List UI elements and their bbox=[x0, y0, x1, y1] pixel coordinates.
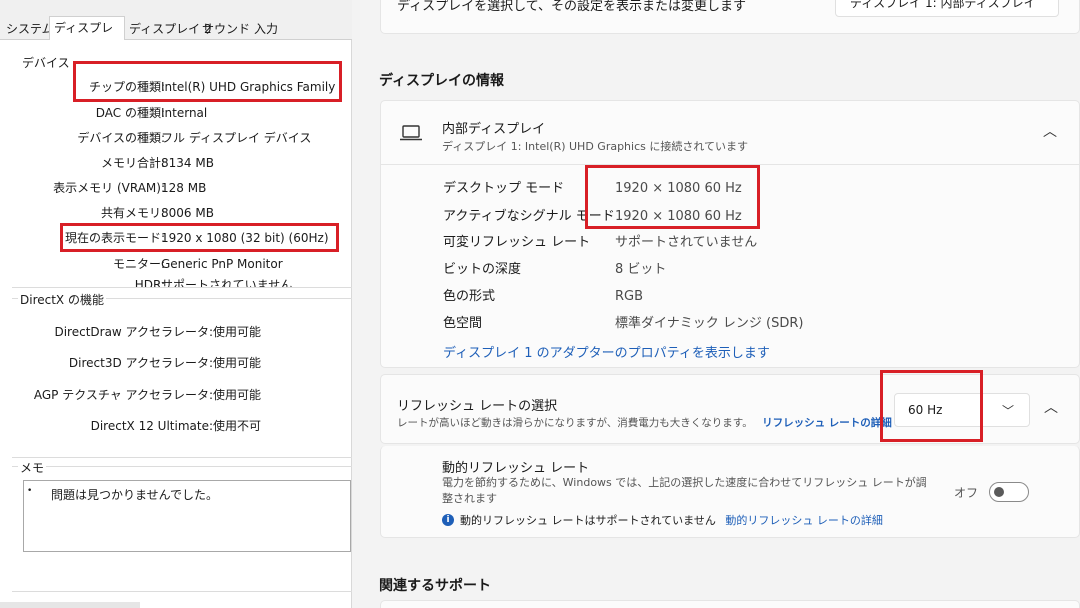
directx-row-label: DirectDraw アクセラレータ: bbox=[54, 325, 213, 339]
display-info-value: サポートされていません bbox=[615, 235, 758, 250]
display-info-value: 8 ビット bbox=[615, 262, 667, 277]
dxdiag-window: システム ディスプレイ 1 ディスプレイ 2 サウンド 入力 デバイス チップの… bbox=[0, 0, 352, 608]
laptop-icon bbox=[400, 125, 422, 145]
display-info-value: RGB bbox=[615, 289, 644, 304]
directx-group-title: DirectX の機能 bbox=[18, 291, 106, 308]
display-select-value: ディスプレイ 1: 内部ディスプレイ bbox=[850, 0, 1036, 10]
display-info-label: デスクトップ モード bbox=[443, 181, 565, 196]
device-row-value: Internal bbox=[161, 106, 208, 120]
display-settings-page: ディスプレイを選択して、その設定を表示または変更します ディスプレイ 1: 内部… bbox=[352, 0, 1080, 608]
directx-row-label: Direct3D アクセラレータ: bbox=[68, 356, 213, 370]
device-row-label: DAC の種類: bbox=[95, 106, 165, 120]
display-subtitle: ディスプレイ 1: Intel(R) UHD Graphics に接続されていま… bbox=[442, 140, 749, 153]
display-info-label: 色の形式 bbox=[443, 289, 496, 304]
device-row-value: 8006 MB bbox=[161, 206, 214, 220]
display-info-label: 可変リフレッシュ レート bbox=[443, 235, 591, 250]
select-display-card: ディスプレイを選択して、その設定を表示または変更します ディスプレイ 1: 内部… bbox=[380, 0, 1080, 34]
related-support-heading: 関連するサポート bbox=[379, 578, 491, 594]
tab-input[interactable]: 入力 bbox=[250, 18, 282, 40]
directx-row-value: 使用不可 bbox=[213, 419, 262, 433]
device-row: 共有メモリ: 8006 MB bbox=[12, 203, 352, 223]
adapter-properties-link[interactable]: ディスプレイ 1 のアダプターのプロパティを表示します bbox=[443, 342, 770, 361]
directx-row: Direct3D アクセラレータ: 使用可能 bbox=[12, 353, 352, 373]
dynamic-refresh-details-link[interactable]: 動的リフレッシュ レートの詳細 bbox=[725, 514, 883, 527]
device-row-value: Generic PnP Monitor bbox=[161, 257, 283, 271]
dynamic-refresh-description: 電力を節約するために、Windows では、上記の選択した速度に合わせてリフレッ… bbox=[442, 476, 927, 505]
display-info-row: 色空間 標準ダイナミック レンジ (SDR) bbox=[443, 310, 1063, 337]
device-row-label: モニター: bbox=[112, 257, 165, 271]
directx-row-value: 使用可能 bbox=[213, 388, 262, 402]
memo-bullet: • bbox=[27, 486, 33, 496]
select-display-text: ディスプレイを選択して、その設定を表示または変更します bbox=[397, 0, 747, 14]
device-group-title: デバイス bbox=[20, 54, 72, 71]
related-support-card bbox=[380, 600, 1080, 608]
memo-textbox[interactable]: • 問題は見つかりませんでした。 bbox=[23, 480, 351, 552]
refresh-rate-details-link[interactable]: リフレッシュ レートの詳細 bbox=[762, 417, 892, 429]
directx-row-value: 使用可能 bbox=[213, 325, 262, 339]
dynamic-refresh-title: 動的リフレッシュ レート bbox=[442, 461, 590, 476]
refresh-rate-description: レートが高いほど動きは滑らかになりますが、消費電力も大きくなります。 リフレッシ… bbox=[397, 415, 892, 430]
dynamic-refresh-info-text: 動的リフレッシュ レートはサポートされていません bbox=[460, 514, 716, 527]
memo-group-title: メモ bbox=[18, 459, 47, 476]
display-info-label: ビットの深度 bbox=[443, 262, 522, 277]
device-row-value: 128 MB bbox=[161, 181, 207, 195]
tab-sound[interactable]: サウンド bbox=[198, 18, 254, 40]
tab-display-1[interactable]: ディスプレイ 1 bbox=[49, 16, 125, 57]
directx-row-value: 使用可能 bbox=[213, 356, 262, 370]
display-info-card: 内部ディスプレイ ディスプレイ 1: Intel(R) UHD Graphics… bbox=[380, 100, 1080, 368]
dynamic-refresh-card: 動的リフレッシュ レート 電力を節約するために、Windows では、上記の選択… bbox=[380, 446, 1080, 538]
device-row: 表示メモリ (VRAM): 128 MB bbox=[12, 178, 352, 198]
horizontal-scrollbar[interactable] bbox=[0, 602, 140, 608]
info-icon: i bbox=[442, 514, 454, 526]
highlight-display-mode bbox=[60, 223, 339, 252]
display-info-label: 色空間 bbox=[443, 316, 483, 331]
chevron-down-icon: ﹀ bbox=[1002, 404, 1015, 418]
device-row: メモリ合計: 8134 MB bbox=[12, 153, 352, 173]
display-info-header[interactable]: 内部ディスプレイ ディスプレイ 1: Intel(R) UHD Graphics… bbox=[381, 101, 1080, 165]
device-row-value: 8134 MB bbox=[161, 156, 214, 170]
highlight-modes bbox=[585, 165, 760, 229]
display-info-heading: ディスプレイの情報 bbox=[379, 73, 505, 89]
display-info-row: ビットの深度 8 ビット bbox=[443, 256, 1063, 283]
device-row: デバイスの種類: フル ディスプレイ デバイス bbox=[12, 128, 352, 148]
dxdiag-tab-bar: システム ディスプレイ 1 ディスプレイ 2 サウンド 入力 bbox=[0, 16, 352, 57]
chevron-up-icon[interactable]: ︿ bbox=[1043, 121, 1057, 141]
highlight-refresh-rate bbox=[880, 370, 983, 442]
device-row-label: 共有メモリ: bbox=[100, 206, 165, 220]
display-info-row: 色の形式 RGB bbox=[443, 283, 1063, 310]
directx-row: DirectDraw アクセラレータ: 使用可能 bbox=[12, 322, 352, 342]
directx-row: DirectX 12 Ultimate: 使用不可 bbox=[12, 416, 352, 436]
directx-row-label: AGP テクスチャ アクセラレータ: bbox=[33, 388, 213, 402]
dynamic-refresh-toggle-label: オフ bbox=[954, 486, 979, 500]
highlight-chip-type bbox=[73, 61, 342, 102]
directx-group: DirectX の機能 DirectDraw アクセラレータ: 使用可能 Dire… bbox=[12, 291, 352, 458]
display-info-value: 標準ダイナミック レンジ (SDR) bbox=[615, 316, 804, 331]
display-info-row: 可変リフレッシュ レート サポートされていません bbox=[443, 229, 1063, 256]
device-row: HDR: サポートされていません bbox=[12, 275, 352, 287]
directx-row-label: DirectX 12 Ultimate: bbox=[90, 419, 213, 433]
device-row-value: フル ディスプレイ デバイス bbox=[161, 131, 312, 145]
device-row: DAC の種類: Internal bbox=[12, 103, 352, 123]
device-row-value: サポートされていません bbox=[161, 278, 293, 287]
device-row-label: 表示メモリ (VRAM): bbox=[53, 181, 165, 195]
display-title: 内部ディスプレイ bbox=[442, 122, 546, 137]
refresh-rate-title: リフレッシュ レートの選択 bbox=[397, 399, 558, 414]
directx-row: AGP テクスチャ アクセラレータ: 使用可能 bbox=[12, 385, 352, 405]
device-row-label: メモリ合計: bbox=[100, 156, 165, 170]
refresh-rate-description-text: レートが高いほど動きは滑らかになりますが、消費電力も大きくなります。 bbox=[397, 417, 753, 429]
display-tab-panel: デバイス チップの種類: Intel(R) UHD Graphics Family… bbox=[0, 40, 352, 608]
chevron-up-icon[interactable]: ︿ bbox=[1044, 397, 1058, 417]
memo-group: メモ • 問題は見つかりませんでした。 bbox=[12, 459, 352, 592]
memo-text: 問題は見つかりませんでした。 bbox=[51, 488, 219, 502]
dynamic-refresh-toggle[interactable] bbox=[989, 482, 1029, 502]
toggle-knob bbox=[994, 487, 1004, 497]
dynamic-refresh-info: 動的リフレッシュ レートはサポートされていません 動的リフレッシュ レートの詳細 bbox=[460, 512, 883, 528]
device-row-label: デバイスの種類: bbox=[77, 131, 165, 145]
device-row: モニター: Generic PnP Monitor bbox=[12, 254, 352, 274]
display-select[interactable]: ディスプレイ 1: 内部ディスプレイ bbox=[835, 0, 1059, 17]
